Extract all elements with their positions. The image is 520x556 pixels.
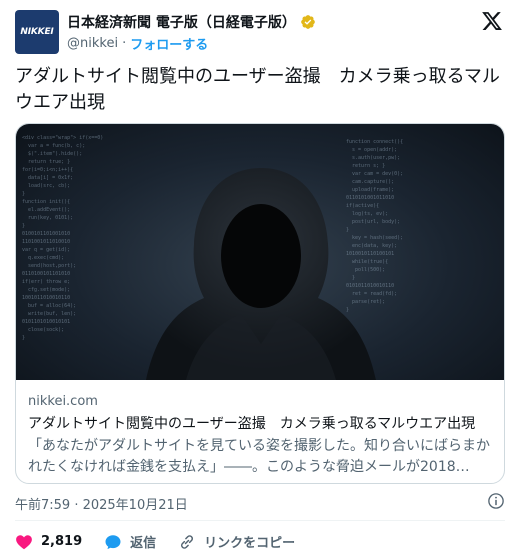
verified-badge-icon — [301, 15, 315, 29]
link-chain-icon — [181, 534, 194, 549]
link-card[interactable]: <div class="wrap"> if(x==0) var a = func… — [15, 123, 505, 484]
avatar[interactable]: NIKKEI — [15, 10, 59, 54]
info-icon[interactable] — [487, 492, 505, 510]
link-card-body: nikkei.com アダルトサイト閲覧中のユーザー盗撮 カメラ乗っ取るマルウエ… — [16, 380, 504, 478]
x-logo-icon[interactable] — [481, 10, 503, 32]
link-description: 「あなたがアダルトサイトを見ている姿を撮影した。知り合いにばらまかれたくなければ… — [28, 438, 490, 475]
tweet-embed: NIKKEI 日本経済新聞 電子版（日経電子版） @nikkei · フォローす… — [0, 0, 520, 556]
handle[interactable]: @nikkei — [67, 36, 118, 51]
copy-link-button[interactable]: リンクをコピー — [178, 532, 295, 551]
tweet-text: アダルトサイト閲覧中のユーザー盗撮 カメラ乗っ取るマルウエア出現 — [15, 66, 500, 113]
link-title: アダルトサイト閲覧中のユーザー盗撮 カメラ乗っ取るマルウエア出現 — [28, 416, 476, 432]
like-count: 2,819 — [41, 534, 83, 549]
follow-button[interactable]: フォローする — [130, 34, 208, 53]
reply-bubble-icon — [105, 534, 121, 549]
separator: · — [122, 36, 127, 51]
copy-link-label: リンクをコピー — [204, 536, 296, 551]
name-row: 日本経済新聞 電子版（日経電子版） — [67, 12, 316, 32]
reply-label: 返信 — [130, 536, 157, 551]
divider — [15, 520, 505, 521]
reply-button[interactable]: 返信 — [104, 532, 156, 551]
like-button[interactable]: 2,819 — [15, 533, 82, 551]
avatar-logo-text: NIKKEI — [20, 27, 54, 37]
link-card-image: <div class="wrap"> if(x==0) var a = func… — [16, 124, 504, 380]
timestamp[interactable]: 午前7:59 · 2025年10月21日 — [15, 494, 188, 513]
handle-row: @nikkei · フォローする — [67, 34, 208, 53]
tweet-header: NIKKEI 日本経済新聞 電子版（日経電子版） @nikkei · フォローす… — [15, 10, 505, 54]
action-bar: 2,819 返信 リンクをコピー — [15, 532, 317, 551]
code-background-left: <div class="wrap"> if(x==0) var a = func… — [22, 135, 104, 341]
link-domain: nikkei.com — [28, 394, 98, 409]
display-name[interactable]: 日本経済新聞 電子版（日経電子版） — [67, 12, 296, 32]
hooded-hacker-image — [146, 168, 376, 380]
heart-icon — [16, 534, 32, 549]
